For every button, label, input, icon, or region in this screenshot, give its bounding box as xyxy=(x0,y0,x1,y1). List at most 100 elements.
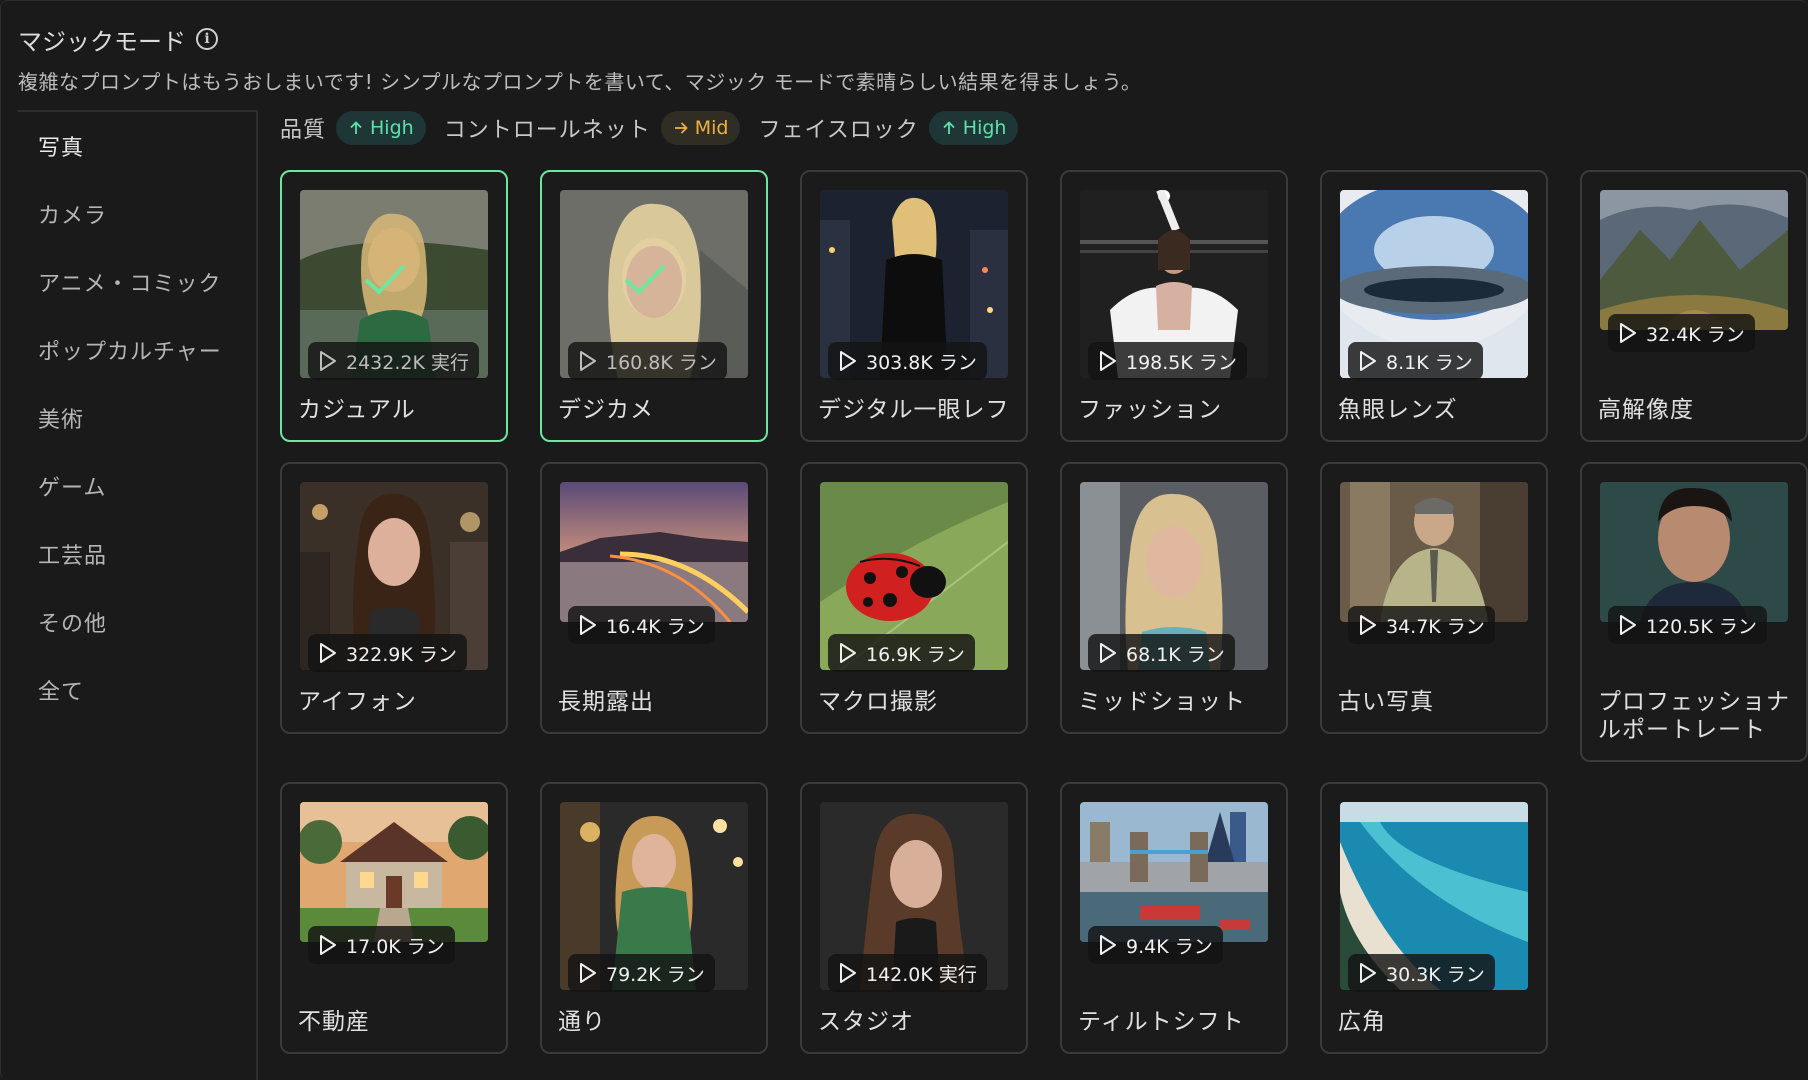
style-label: 魚眼レンズ xyxy=(1338,397,1458,423)
run-count: 9.4K ラン xyxy=(1126,935,1213,958)
style-label: デジタル一眼レフ xyxy=(818,397,1010,423)
sidebar-item-photo[interactable]: 写真 xyxy=(18,112,256,180)
style-card-high-resolution[interactable]: 32.4K ラン 高解像度 xyxy=(1580,170,1808,442)
checkmark-icon xyxy=(624,264,666,295)
style-thumbnail xyxy=(1340,482,1528,622)
run-count: 120.5K ラン xyxy=(1646,615,1757,638)
style-label: カジュアル xyxy=(298,397,416,423)
run-count: 16.9K ラン xyxy=(866,643,965,666)
quality-pill[interactable]: High xyxy=(336,111,426,145)
facelock-pill[interactable]: High xyxy=(928,111,1019,145)
run-count-badge: 303.8K ラン xyxy=(828,342,987,380)
arrow-up-icon xyxy=(943,121,955,134)
play-icon xyxy=(580,615,596,635)
run-count: 79.2K ラン xyxy=(606,963,705,986)
sidebar-item-all[interactable]: 全て xyxy=(18,656,256,724)
header: マジックモード i 複雑なプロンプトはもうおしまいです! シンプルなプロンプトを… xyxy=(18,20,1141,95)
style-label: マクロ撮影 xyxy=(818,689,938,715)
run-count: 160.8K ラン xyxy=(606,351,717,374)
style-label: ファッション xyxy=(1078,397,1222,423)
style-label: 古い写真 xyxy=(1338,689,1434,715)
style-card-street[interactable]: 79.2K ラン 通り xyxy=(540,782,768,1054)
controlnet-value: Mid xyxy=(694,117,729,139)
style-label: ミッドショット xyxy=(1078,689,1246,715)
controlnet-pill[interactable]: Mid xyxy=(660,111,741,145)
category-sidebar: 写真 カメラ アニメ・コミック ポップカルチャー 美術 ゲーム 工芸品 その他 … xyxy=(18,110,258,1080)
style-card-tilt-shift[interactable]: 9.4K ラン ティルトシフト xyxy=(1060,782,1288,1054)
run-count: 303.8K ラン xyxy=(866,351,977,374)
quality-value: High xyxy=(370,117,414,139)
sidebar-item-anime-comic[interactable]: アニメ・コミック xyxy=(18,248,256,316)
style-thumbnail xyxy=(1080,802,1268,942)
play-icon xyxy=(320,935,336,955)
style-card-fashion[interactable]: 198.5K ラン ファッション xyxy=(1060,170,1288,442)
style-label: プロフェッショナルポートレート xyxy=(1598,689,1790,743)
run-count-badge: 34.7K ラン xyxy=(1348,606,1495,644)
style-card-long-exposure[interactable]: 16.4K ラン 長期露出 xyxy=(540,462,768,734)
sidebar-item-other[interactable]: その他 xyxy=(18,588,256,656)
run-count: 17.0K ラン xyxy=(346,935,445,958)
style-card-macro[interactable]: 16.9K ラン マクロ撮影 xyxy=(800,462,1028,734)
style-label: デジカメ xyxy=(558,397,654,423)
style-label: 高解像度 xyxy=(1598,397,1694,423)
run-count: 34.7K ラン xyxy=(1386,615,1485,638)
play-icon xyxy=(580,963,596,983)
play-icon xyxy=(1360,351,1376,371)
style-label: アイフォン xyxy=(298,689,417,715)
style-card-old-photo[interactable]: 34.7K ラン 古い写真 xyxy=(1320,462,1548,734)
run-count-badge: 30.3K ラン xyxy=(1348,954,1495,992)
style-card-studio[interactable]: 142.0K 実行 スタジオ xyxy=(800,782,1028,1054)
sidebar-item-camera[interactable]: カメラ xyxy=(18,180,256,248)
play-icon xyxy=(580,351,596,371)
style-card-wide-angle[interactable]: 30.3K ラン 広角 xyxy=(1320,782,1548,1054)
info-icon[interactable]: i xyxy=(196,28,218,50)
run-count-badge: 68.1K ラン xyxy=(1088,634,1235,672)
sidebar-item-game[interactable]: ゲーム xyxy=(18,452,256,520)
style-card-digicam[interactable]: 160.8K ラン デジカメ xyxy=(540,170,768,442)
run-count-badge: 2432.2K 実行 xyxy=(308,342,479,380)
style-card-casual[interactable]: 2432.2K 実行 カジュアル xyxy=(280,170,508,442)
run-count: 322.9K ラン xyxy=(346,643,457,666)
arrow-up-icon xyxy=(350,121,362,134)
run-count: 142.0K 実行 xyxy=(866,963,977,986)
sidebar-item-fine-art[interactable]: 美術 xyxy=(18,384,256,452)
facelock-label: フェイスロック xyxy=(758,118,919,143)
play-icon xyxy=(1100,351,1116,371)
style-grid: 2432.2K 実行 カジュアル 160.8K ラン デジカメ 303.8K ラ… xyxy=(280,170,1808,1080)
style-card-dslr[interactable]: 303.8K ラン デジタル一眼レフ xyxy=(800,170,1028,442)
sidebar-item-pop-culture[interactable]: ポップカルチャー xyxy=(18,316,256,384)
run-count: 68.1K ラン xyxy=(1126,643,1225,666)
style-label: 通り xyxy=(558,1009,606,1035)
style-thumbnail xyxy=(300,802,488,942)
controlnet-label: コントロールネット xyxy=(443,118,651,143)
style-card-professional-portrait[interactable]: 120.5K ラン プロフェッショナルポートレート xyxy=(1580,462,1808,762)
run-count: 32.4K ラン xyxy=(1646,323,1745,346)
style-label: 広角 xyxy=(1338,1009,1386,1035)
run-count: 198.5K ラン xyxy=(1126,351,1237,374)
style-label: 不動産 xyxy=(298,1009,370,1035)
play-icon xyxy=(1360,615,1376,635)
style-card-fisheye[interactable]: 8.1K ラン 魚眼レンズ xyxy=(1320,170,1548,442)
parameter-bar: 品質 High コントロールネット Mid フェイスロック High xyxy=(280,110,1036,146)
arrow-right-icon xyxy=(674,122,688,134)
page-title: マジックモード xyxy=(18,27,186,56)
style-card-mid-shot[interactable]: 68.1K ラン ミッドショット xyxy=(1060,462,1288,734)
play-icon xyxy=(320,351,336,371)
sidebar-item-crafts[interactable]: 工芸品 xyxy=(18,520,256,588)
play-icon xyxy=(1620,323,1636,343)
run-count: 16.4K ラン xyxy=(606,615,705,638)
run-count-badge: 17.0K ラン xyxy=(308,926,455,964)
style-card-iphone[interactable]: 322.9K ラン アイフォン xyxy=(280,462,508,734)
style-label: スタジオ xyxy=(818,1009,914,1035)
play-icon xyxy=(1100,935,1116,955)
run-count-badge: 160.8K ラン xyxy=(568,342,727,380)
play-icon xyxy=(1360,963,1376,983)
style-card-real-estate[interactable]: 17.0K ラン 不動産 xyxy=(280,782,508,1054)
style-thumbnail xyxy=(1600,482,1788,622)
style-thumbnail xyxy=(560,482,748,622)
run-count-badge: 142.0K 実行 xyxy=(828,954,987,992)
run-count-badge: 32.4K ラン xyxy=(1608,314,1755,352)
play-icon xyxy=(1100,643,1116,663)
run-count-badge: 16.4K ラン xyxy=(568,606,715,644)
run-count-badge: 120.5K ラン xyxy=(1608,606,1767,644)
